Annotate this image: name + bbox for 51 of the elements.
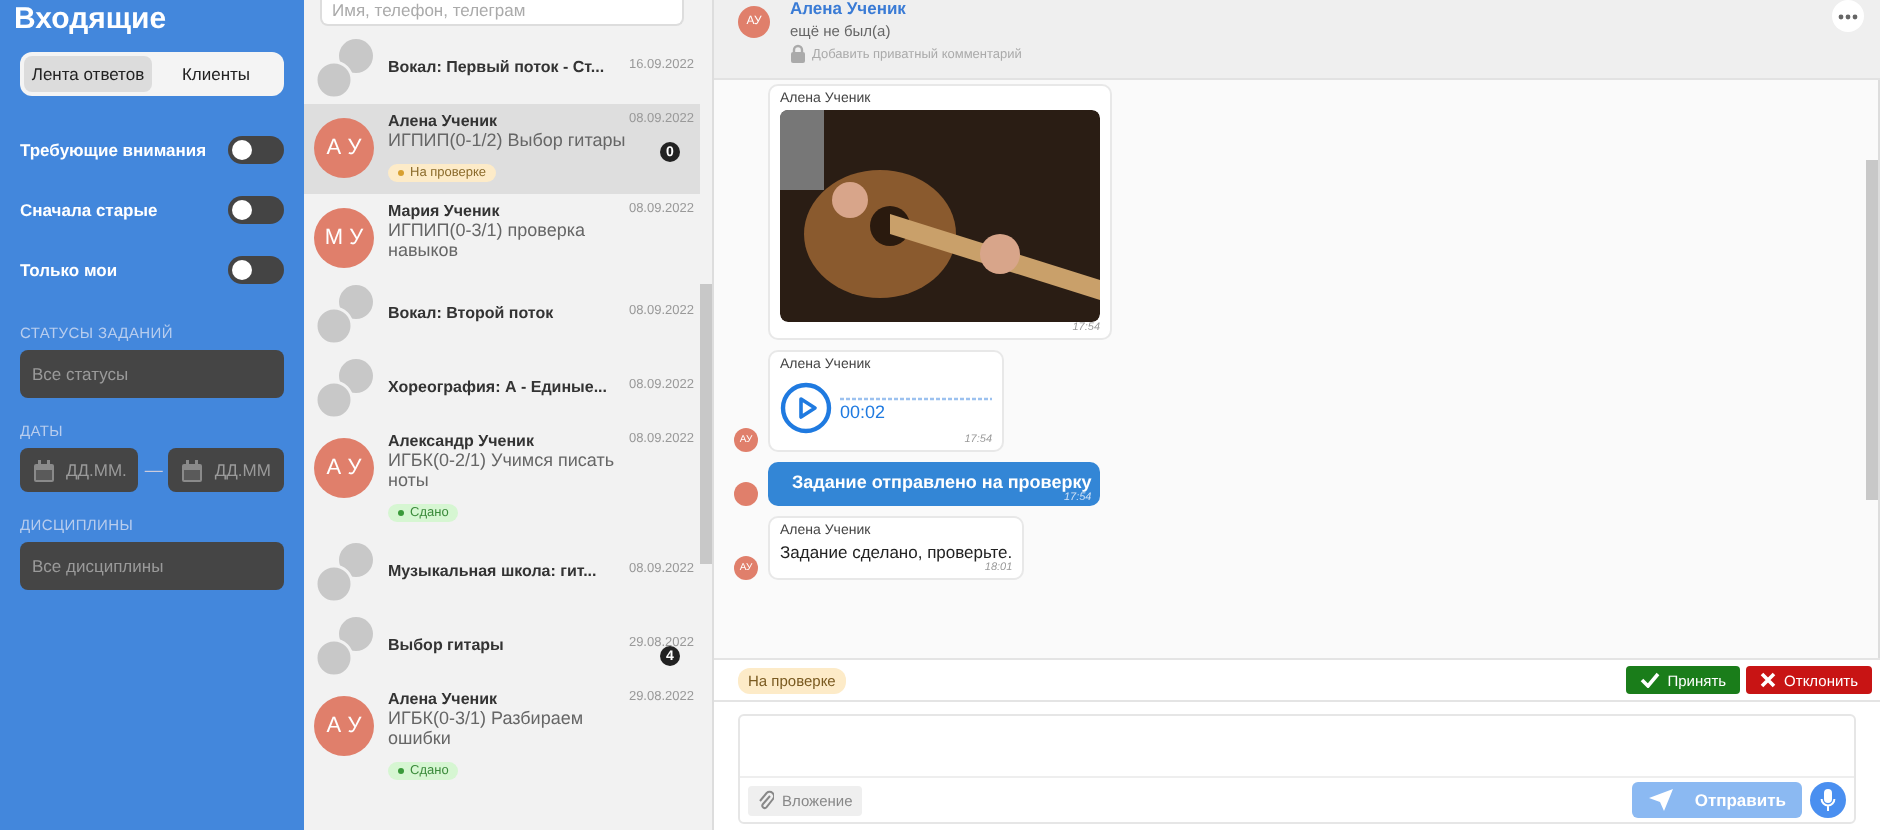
conversation-title: Вокал: Второй поток [388,304,554,322]
range-separator: — [144,460,163,480]
scrollbar-thumb[interactable] [700,284,712,564]
conversation-title: Музыкальная школа: гит... [388,562,597,580]
group-avatar-icon [314,541,374,601]
conversation-subtitle: ИГПИП(0-1/2) Выбор гитары [388,130,628,150]
segment-tab[interactable]: Лента ответов [24,56,152,92]
scrollbar-thumb[interactable] [1866,160,1878,500]
more-button[interactable] [1832,0,1864,32]
avatar: А У [314,438,374,498]
microphone-button[interactable] [1810,782,1846,818]
toggle-label: Сначала старые [20,200,158,220]
group-avatar-icon [314,357,374,417]
more-icon [1838,13,1858,19]
toggle-label: Только мои [20,260,118,280]
conversation-title: Алена Ученик [388,690,498,708]
toggle-label: Требующие внимания [20,140,207,160]
conversation-subtitle: ИГБК(0-3/1) Разбираем ошибки [388,708,586,748]
play-icon [780,382,832,434]
avatar: А У [314,118,374,178]
paperclip-icon [758,790,774,810]
microphone-icon [1820,788,1836,812]
calendar-icon [180,459,205,481]
conversation-title: Хореография: А - Единые... [388,378,607,396]
conversation-title: Мария Ученик [388,202,500,220]
toggle-switch[interactable] [228,196,284,224]
group-avatar-icon [314,615,374,675]
toggle-switch[interactable] [228,256,284,284]
avatar: М У [314,208,374,268]
avatar: А У [314,696,374,756]
lock-icon [790,44,806,64]
contact-name[interactable]: Алена Ученик [790,0,1812,18]
send-icon [1648,788,1675,812]
check-icon [1639,672,1660,688]
conversation-title: Вокал: Первый поток - Ст... [388,58,605,76]
conversation-title: Алена Ученик [388,112,498,130]
toggle-switch[interactable] [228,136,284,164]
group-avatar-icon [314,37,374,97]
message-text: Задание сделано, проверьте. [780,542,1013,562]
calendar-icon [32,459,56,481]
avatar [734,482,758,506]
group-avatar-icon [314,283,374,343]
system-message-text: Задание отправлено на проверку [792,472,1092,492]
close-icon [1760,672,1777,688]
conversation-subtitle: ИГБК(0-2/1) Учимся писать ноты [388,450,617,490]
inbox-title: Входящие [14,2,169,36]
segment-tab[interactable]: Клиенты [152,56,280,92]
conversation-title: Александр Ученик [388,432,534,450]
audio-duration: 00:02 [840,401,888,421]
conversation-subtitle: ИГПИП(0-3/1) проверка навыков [388,220,587,260]
conversation-title: Выбор гитары [388,636,504,654]
